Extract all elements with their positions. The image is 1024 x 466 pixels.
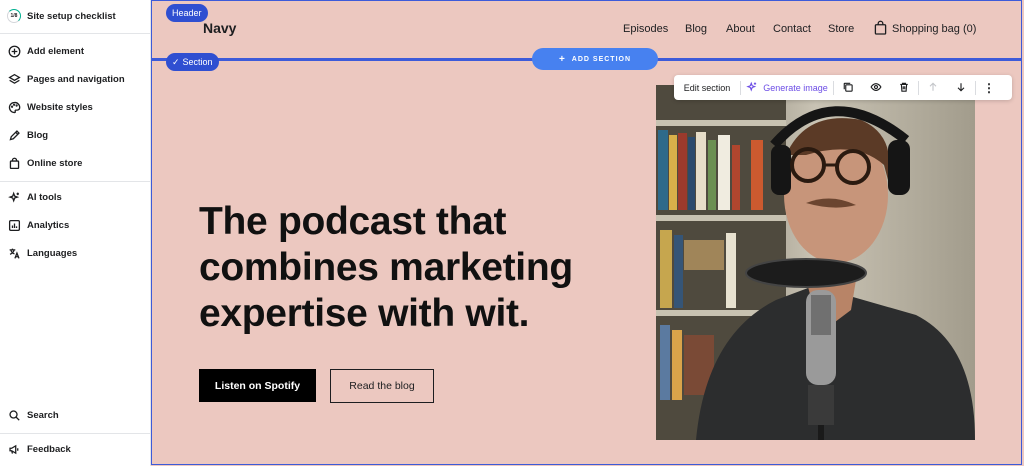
sidebar-item-website-styles[interactable]: Website styles xyxy=(0,93,150,121)
megaphone-icon xyxy=(7,442,21,456)
site-setup-checklist[interactable]: 1/8 Site setup checklist xyxy=(0,2,150,30)
sidebar-item-add-element[interactable]: Add element xyxy=(0,37,150,65)
add-section-button[interactable]: + ADD SECTION xyxy=(532,48,658,70)
eye-icon xyxy=(870,81,882,95)
pen-icon xyxy=(7,128,21,142)
trash-icon xyxy=(898,81,910,95)
nav-store[interactable]: Store xyxy=(828,23,854,35)
sidebar-item-ai-tools[interactable]: AI tools xyxy=(0,183,150,211)
listen-on-spotify-button[interactable]: Listen on Spotify xyxy=(199,369,316,402)
sidebar-item-online-store[interactable]: Online store xyxy=(0,149,150,177)
duplicate-icon xyxy=(842,81,854,95)
nav-blog[interactable]: Blog xyxy=(685,23,707,35)
more-options-button[interactable]: ⋮ xyxy=(976,75,1002,100)
editor-canvas: Header Navy Episodes Blog About Contact … xyxy=(151,0,1024,466)
arrow-up-icon xyxy=(927,81,939,95)
edit-section-button[interactable]: Edit section xyxy=(674,75,740,100)
plus-icon: + xyxy=(558,53,566,65)
sidebar-item-languages[interactable]: Languages xyxy=(0,239,150,267)
read-the-blog-button[interactable]: Read the blog xyxy=(330,369,434,403)
check-icon: ✓ xyxy=(172,56,180,67)
translate-icon xyxy=(7,246,21,260)
move-up-button[interactable] xyxy=(919,75,947,100)
section-toolbar: Edit section Generate image ⋮ xyxy=(674,75,1012,100)
sidebar-item-blog[interactable]: Blog xyxy=(0,121,150,149)
progress-ring-icon: 1/8 xyxy=(7,9,21,23)
nav-about[interactable]: About xyxy=(726,23,755,35)
chart-icon xyxy=(7,218,21,232)
arrow-down-icon xyxy=(955,81,967,95)
visibility-button[interactable] xyxy=(862,75,890,100)
sidebar-item-pages-and-navigation[interactable]: Pages and navigation xyxy=(0,65,150,93)
header-pill[interactable]: Header xyxy=(166,4,208,22)
brand-logo[interactable]: Navy xyxy=(203,20,236,36)
sparkle-icon xyxy=(7,190,21,204)
more-vertical-icon: ⋮ xyxy=(983,80,995,95)
nav-contact[interactable]: Contact xyxy=(773,23,811,35)
generate-image-button[interactable]: Generate image xyxy=(741,75,833,100)
palette-icon xyxy=(7,100,21,114)
divider xyxy=(0,181,150,182)
plus-circle-icon xyxy=(7,44,21,58)
shopping-bag-icon xyxy=(874,20,887,38)
divider xyxy=(0,433,150,434)
shopping-bag[interactable]: Shopping bag (0) xyxy=(874,20,976,38)
sidebar-item-search[interactable]: Search xyxy=(0,401,150,429)
sidebar-item-analytics[interactable]: Analytics xyxy=(0,211,150,239)
search-icon xyxy=(7,408,21,422)
layers-icon xyxy=(7,72,21,86)
sidebar: 1/8 Site setup checklist Add element Pag… xyxy=(0,0,151,466)
duplicate-button[interactable] xyxy=(834,75,862,100)
bag-icon xyxy=(7,156,21,170)
hero-title[interactable]: The podcast that combines marketing expe… xyxy=(199,199,629,337)
nav-episodes[interactable]: Episodes xyxy=(623,23,668,35)
podcast-host-photo[interactable] xyxy=(656,85,975,440)
delete-button[interactable] xyxy=(890,75,918,100)
divider xyxy=(0,33,150,34)
sidebar-item-feedback[interactable]: Feedback xyxy=(0,435,150,463)
move-down-button[interactable] xyxy=(947,75,975,100)
sparkle-icon xyxy=(746,81,758,95)
section-pill[interactable]: ✓ Section xyxy=(166,53,219,71)
